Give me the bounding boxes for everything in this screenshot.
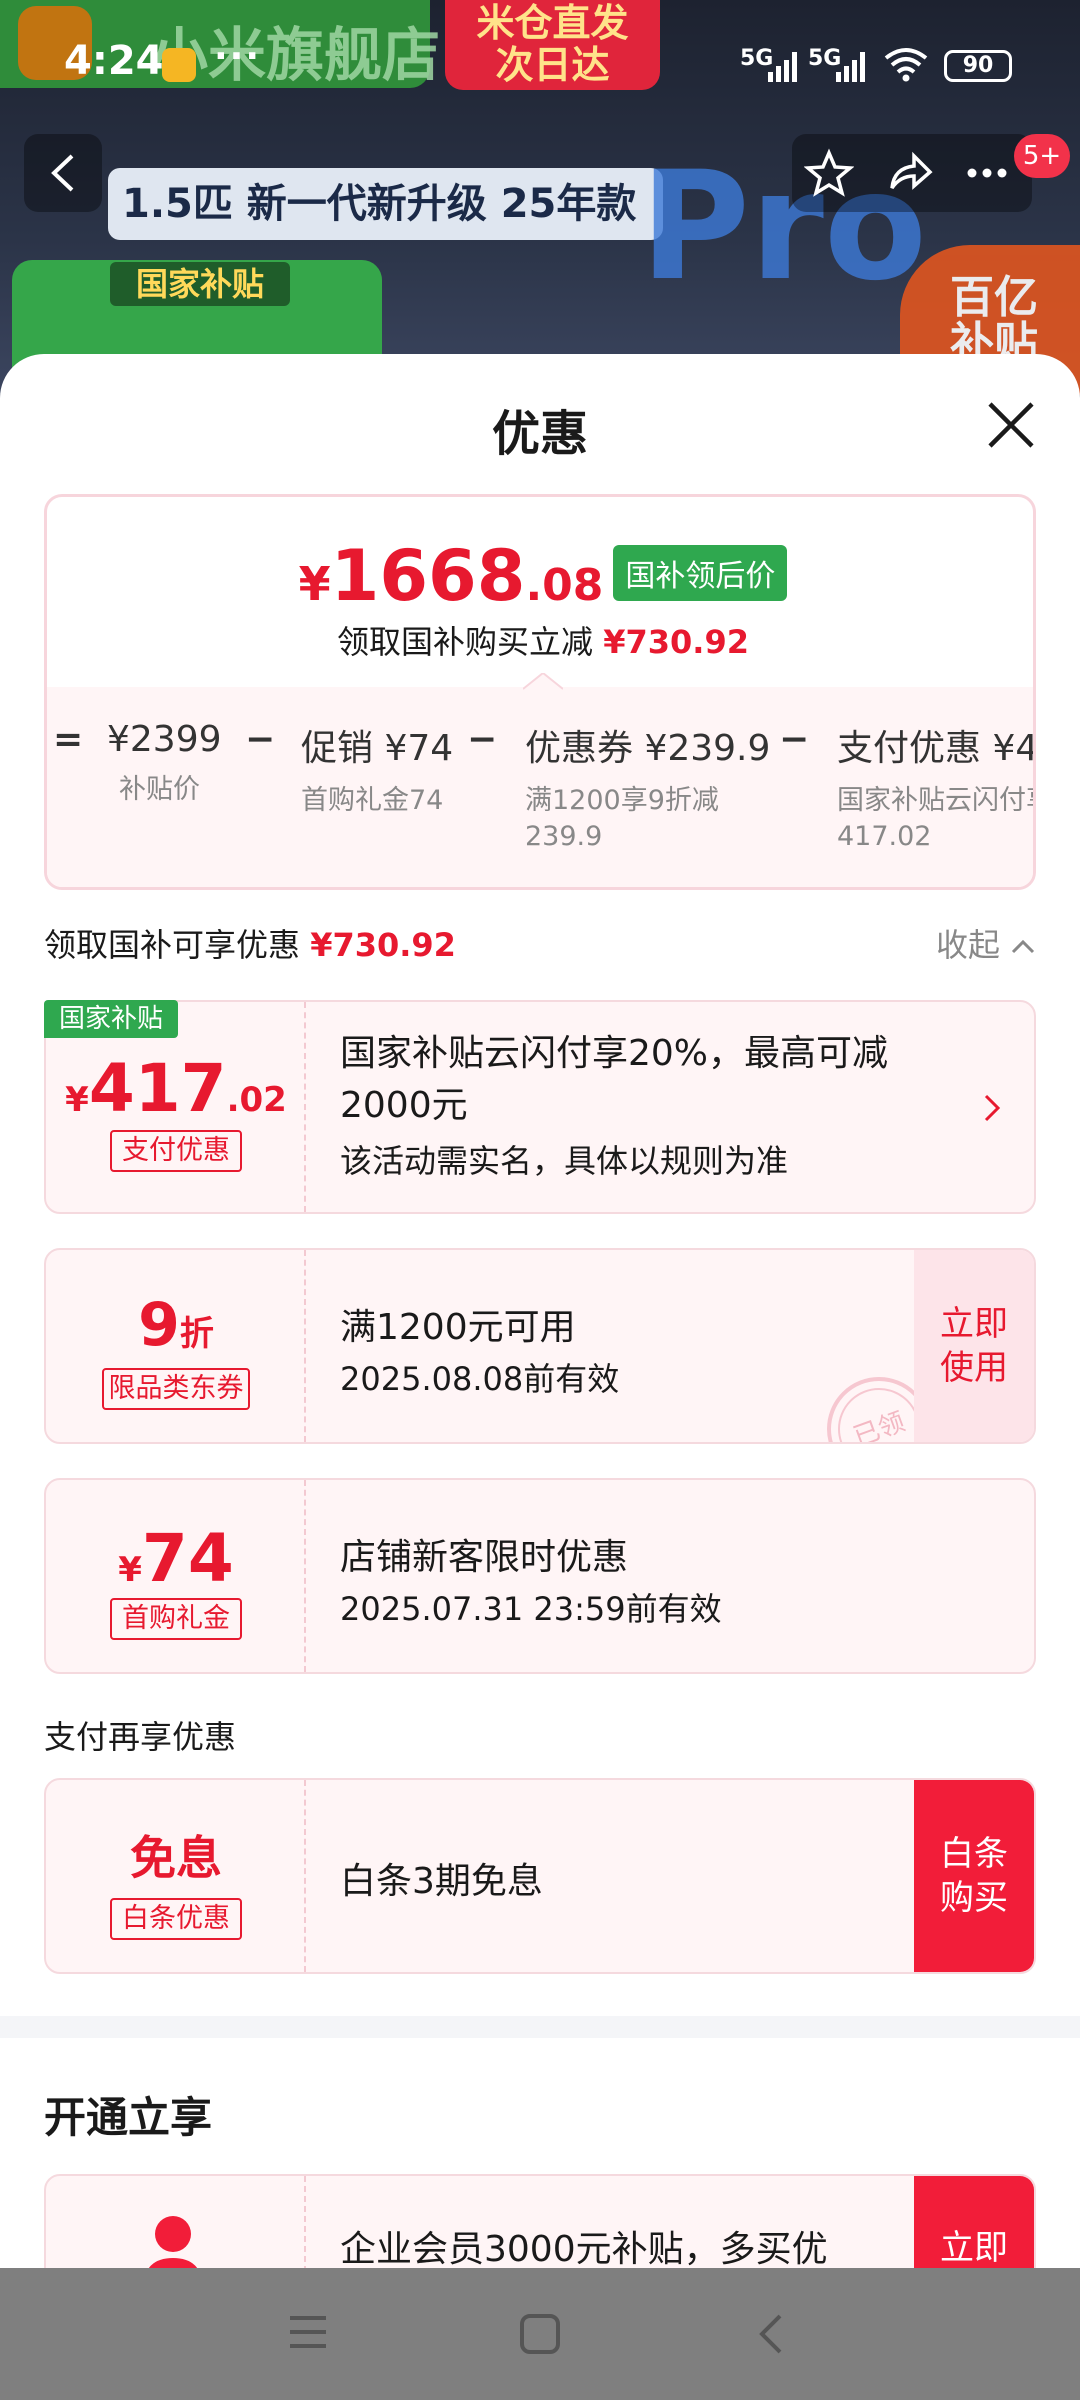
breakdown-main: 促销 ¥74 [301, 728, 454, 769]
status-more: ··· [214, 36, 262, 77]
breakdown-main: 优惠券 ¥239.9 [525, 728, 771, 769]
coupon-amount-unit: 折 [179, 1314, 214, 1354]
section-label-text: 领取国补可享优惠 [44, 926, 301, 964]
price-decimal: .08 [525, 560, 604, 611]
breakdown-item: − [245, 719, 275, 760]
coupon-yen: ¥ [65, 1080, 89, 1120]
breakdown-op: − [779, 719, 810, 760]
claimed-stamp-text: 已领 [850, 1407, 909, 1444]
menu-icon[interactable] [286, 2312, 330, 2352]
coupon-desc: 该活动需实名，具体以规则为准 [340, 1142, 789, 1180]
collapse-label: 收起 [936, 926, 1001, 964]
price-integer: 1668 [330, 535, 526, 617]
home-icon[interactable] [518, 2312, 562, 2356]
signal-bars-icon [768, 52, 797, 82]
signal-bars-icon [836, 52, 865, 82]
price-breakdown: = ¥2399 补贴价 − 促销 ¥74 首购礼金74 − 优惠券 ¥239.9… [47, 719, 1036, 859]
coupon-card-gift: ¥74 首购礼金 店铺新客限时优惠 2025.07.31 23:59前有效 [44, 1478, 1036, 1674]
coupon-label: 首购礼金 [110, 1598, 242, 1640]
coupon-amount: ¥74 [46, 1520, 306, 1597]
final-price: ¥1668.08 国补领后价 [47, 535, 1033, 617]
price-yen: ¥ [298, 557, 331, 611]
pointer-icon [523, 673, 563, 690]
section-heading: 开通立享 [44, 2093, 213, 2142]
collapse-button[interactable]: 收起 [936, 920, 1036, 966]
use-now-button[interactable]: 立即 使用 [914, 1250, 1034, 1442]
status-time: 4:24 [64, 38, 164, 84]
coupon-title: 店铺新客限时优惠 [340, 1537, 629, 1578]
breakdown-item: 优惠券 ¥239.9 满1200享9折减 239.9 [525, 719, 770, 855]
chevron-left-icon [51, 154, 74, 192]
top-action-bar [792, 134, 1032, 212]
wifi-icon [884, 48, 928, 82]
breakdown-item: = [53, 719, 83, 760]
coupon-label: 白条优惠 [110, 1898, 242, 1940]
coupon-yen: ¥ [118, 1550, 142, 1590]
section-label: 领取国补可享优惠 ¥730.92 [44, 920, 456, 966]
breakdown-item: − [467, 719, 497, 760]
coupon-label: 限品类东券 [102, 1368, 250, 1410]
breakdown-item: 支付优惠 ¥417.02 国家补贴云闪付享 417.02 [837, 719, 1036, 855]
breakdown-sub: 满1200享9折减 239.9 [525, 785, 719, 852]
breakdown-sub: 补贴价 [119, 774, 200, 805]
section-amount: ¥730.92 [310, 926, 456, 964]
share-icon[interactable] [884, 148, 934, 198]
system-nav-bar [0, 2268, 1080, 2400]
more-icon[interactable] [962, 148, 1012, 198]
chevron-up-icon [1012, 939, 1035, 954]
back-nav-icon[interactable] [754, 2312, 786, 2356]
star-icon[interactable] [804, 148, 854, 198]
baitiao-buy-button[interactable]: 白条 购买 [914, 1780, 1034, 1972]
coupon-amount: 免息 [130, 1831, 222, 1885]
coupon-title: 满1200元可用 [340, 1307, 576, 1348]
gov-subsidy-label: 国家补贴 [110, 262, 290, 306]
product-banner: 1.5匹 新一代新升级 25年款 [108, 168, 663, 240]
coupon-title: 国家补贴云闪付享20%，最高可减 2000元 [340, 1033, 889, 1126]
coupon-amount-int: 74 [141, 1520, 234, 1597]
member-title: 企业会员3000元补贴，多买优 [340, 2229, 828, 2270]
status-bar: 4:24 ··· 5G 5G 90 [0, 28, 1080, 98]
breakdown-main: ¥2399 [107, 719, 222, 760]
breakdown-item: − [779, 719, 809, 760]
breakdown-sub: 首购礼金74 [301, 785, 444, 816]
back-button[interactable] [24, 134, 102, 212]
save-amount: ¥730.92 [603, 623, 749, 661]
sheet-title: 优惠 [491, 406, 588, 462]
section-label: 支付再享优惠 [44, 1718, 237, 1756]
coupon-amount-int: 417 [88, 1050, 227, 1127]
notification-badge: 5+ [1014, 134, 1070, 178]
save-line: 领取国补购买立减 ¥730.92 [47, 617, 1033, 663]
gov-subsidy-flag: 国家补贴 [44, 1000, 178, 1038]
coupon-amount: ¥417.02 [46, 1050, 306, 1127]
save-text: 领取国补购买立减 [337, 623, 594, 661]
breakdown-op: − [467, 719, 498, 760]
coupon-card-baitiao: 免息 白条优惠 白条3期免息 白条 购买 [44, 1778, 1036, 1974]
coupon-amount-dec: .02 [226, 1080, 287, 1120]
price-tag: 国补领后价 [613, 545, 788, 601]
coupon-card-discount: 9折 限品类东券 满1200元可用 2025.08.08前有效 已领 立即 使用 [44, 1248, 1036, 1444]
price-summary-card: ¥1668.08 国补领后价 领取国补购买立减 ¥730.92 = ¥2399 补… [44, 494, 1036, 890]
breakdown-op: = [53, 719, 84, 760]
coupon-desc: 2025.07.31 23:59前有效 [340, 1590, 722, 1628]
breakdown-op: − [245, 719, 276, 760]
coupon-label: 支付优惠 [110, 1130, 242, 1172]
breakdown-item: 促销 ¥74 首购礼金74 [301, 719, 453, 819]
coupon-card-gov[interactable]: ¥417.02 支付优惠 国家补贴云闪付享20%，最高可减 2000元 该活动需… [44, 1000, 1036, 1214]
close-icon[interactable] [984, 398, 1038, 452]
breakdown-item: ¥2399 补贴价 [107, 719, 222, 808]
coupon-amount-int: 9 [138, 1290, 180, 1360]
app-notification-icon [162, 48, 196, 82]
coupon-title: 白条3期免息 [340, 1861, 543, 1902]
breakdown-main: 支付优惠 ¥417.02 [837, 728, 1036, 769]
breakdown-sub: 国家补贴云闪付享 417.02 [837, 785, 1036, 852]
battery-icon: 90 [944, 50, 1012, 82]
coupon-desc: 2025.08.08前有效 [340, 1360, 620, 1398]
coupon-amount: 9折 [46, 1290, 306, 1360]
section-divider [0, 2016, 1080, 2038]
chevron-right-icon [984, 1094, 1001, 1122]
discount-sheet: 优惠 ¥1668.08 国补领后价 领取国补购买立减 ¥730.92 = ¥239… [0, 354, 1080, 2400]
